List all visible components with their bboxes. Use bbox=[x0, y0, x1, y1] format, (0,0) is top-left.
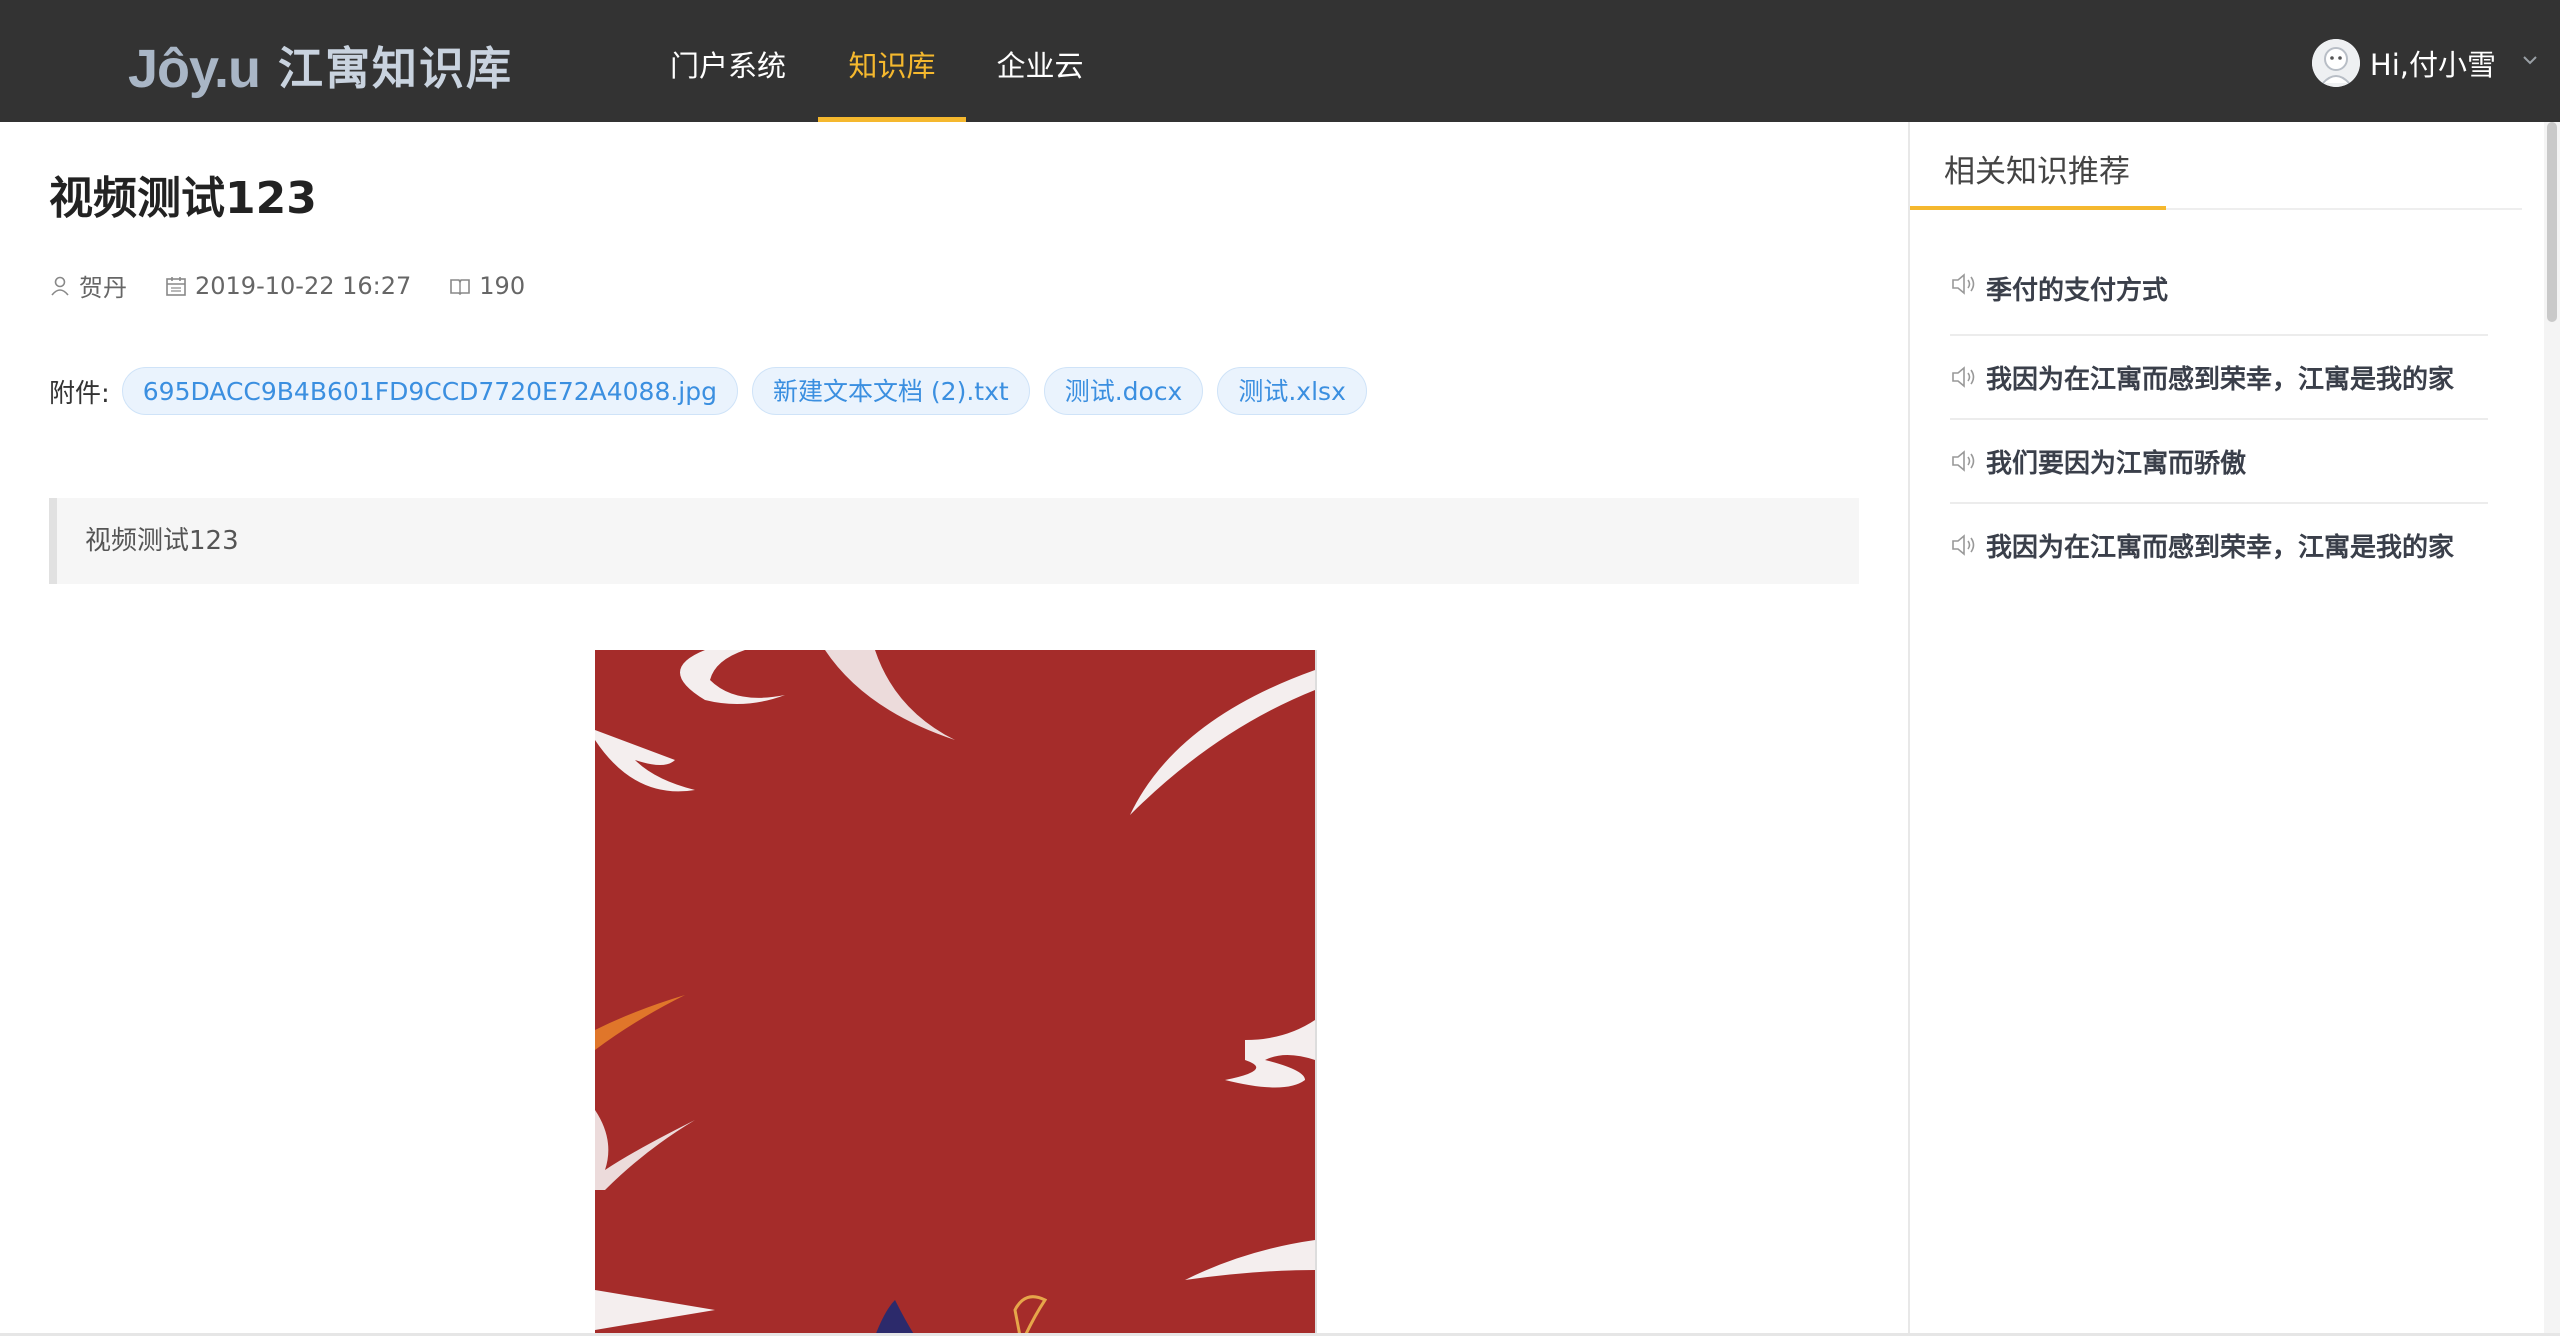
list-item[interactable]: 我因为在江寓而感到荣幸，江寓是我的家 bbox=[1950, 336, 2488, 420]
logo[interactable]: Jôy.u bbox=[128, 30, 261, 100]
attachment-link[interactable]: 测试.docx bbox=[1043, 367, 1204, 415]
video-frame-image bbox=[595, 650, 1315, 1336]
list-item-label: 我们要因为江寓而骄傲 bbox=[1986, 448, 2247, 479]
speaker-icon bbox=[1952, 450, 1975, 472]
list-item-label: 季付的支付方式 bbox=[1986, 276, 2169, 306]
scrollbar-thumb[interactable] bbox=[2547, 122, 2557, 322]
article-title: 视频测试123 bbox=[49, 173, 317, 224]
avatar bbox=[2311, 39, 2360, 87]
attachment-link[interactable]: 695DACC9B4B601FD9CCD7720E72A4088.jpg bbox=[121, 367, 738, 415]
top-navbar: Jôy.u 江寓知识库 门户系统 知识库 企业云 Hi,付小雪 bbox=[0, 0, 2560, 122]
video-player[interactable] bbox=[595, 650, 1317, 1336]
author-info: 贺丹 bbox=[49, 268, 127, 303]
publish-date: 2019-10-22 16:27 bbox=[195, 271, 412, 300]
article-summary: 视频测试123 bbox=[49, 498, 1859, 584]
user-icon bbox=[51, 276, 69, 296]
recommendation-list: 季付的支付方式 我因为在江寓而感到荣幸，江寓是我的家 我们要因为江寓而骄傲 我因… bbox=[1950, 270, 2488, 586]
list-item-label: 我因为在江寓而感到荣幸，江寓是我的家 bbox=[1986, 532, 2455, 563]
attachment-link[interactable]: 新建文本文档 (2).txt bbox=[751, 367, 1030, 415]
author-name: 贺丹 bbox=[79, 274, 127, 302]
attachment-link[interactable]: 测试.xlsx bbox=[1217, 367, 1367, 415]
user-greeting: Hi,付小雪 bbox=[2369, 48, 2496, 82]
speaker-icon bbox=[1952, 273, 1975, 295]
article-meta: 贺丹 2019-10-22 16:27 190 bbox=[49, 268, 563, 303]
site-title[interactable]: 江寓知识库 bbox=[278, 32, 513, 97]
chevron-down-icon bbox=[2520, 50, 2540, 76]
list-item[interactable]: 季付的支付方式 bbox=[1950, 270, 2488, 336]
user-menu[interactable]: Hi,付小雪 bbox=[2311, 38, 2540, 88]
book-icon bbox=[450, 278, 471, 295]
date-info: 2019-10-22 16:27 bbox=[165, 272, 411, 300]
nav-item-portal[interactable]: 门户系统 bbox=[662, 0, 794, 122]
sidebar-header: 相关知识推荐 bbox=[1910, 122, 2522, 210]
sidebar-related: 相关知识推荐 季付的支付方式 我因为在江寓而感到荣幸，江寓是我的家 我们要因为江… bbox=[1908, 122, 2544, 1336]
views-info: 190 bbox=[449, 272, 525, 300]
article-content: 视频测试123 贺丹 2019-10-22 16:27 190 附件: 695D… bbox=[0, 122, 1908, 1336]
list-item[interactable]: 我们要因为江寓而骄傲 bbox=[1950, 420, 2488, 504]
list-item-label: 我因为在江寓而感到荣幸，江寓是我的家 bbox=[1986, 364, 2455, 395]
sidebar-title[interactable]: 相关知识推荐 bbox=[1944, 146, 2130, 191]
list-item[interactable]: 我因为在江寓而感到荣幸，江寓是我的家 bbox=[1950, 504, 2488, 586]
sidebar-title-underline bbox=[1910, 206, 2166, 210]
speaker-icon bbox=[1952, 366, 1975, 388]
view-count: 190 bbox=[479, 271, 526, 300]
calendar-icon bbox=[166, 276, 186, 296]
page-scrollbar[interactable] bbox=[2544, 122, 2560, 1336]
attachments: 附件: 695DACC9B4B601FD9CCD7720E72A4088.jpg… bbox=[49, 367, 1381, 415]
speaker-icon bbox=[1952, 534, 1975, 556]
nav-item-enterprise-cloud[interactable]: 企业云 bbox=[988, 0, 1092, 122]
attachments-label: 附件: bbox=[49, 378, 110, 409]
nav-item-knowledge[interactable]: 知识库 bbox=[818, 0, 966, 122]
